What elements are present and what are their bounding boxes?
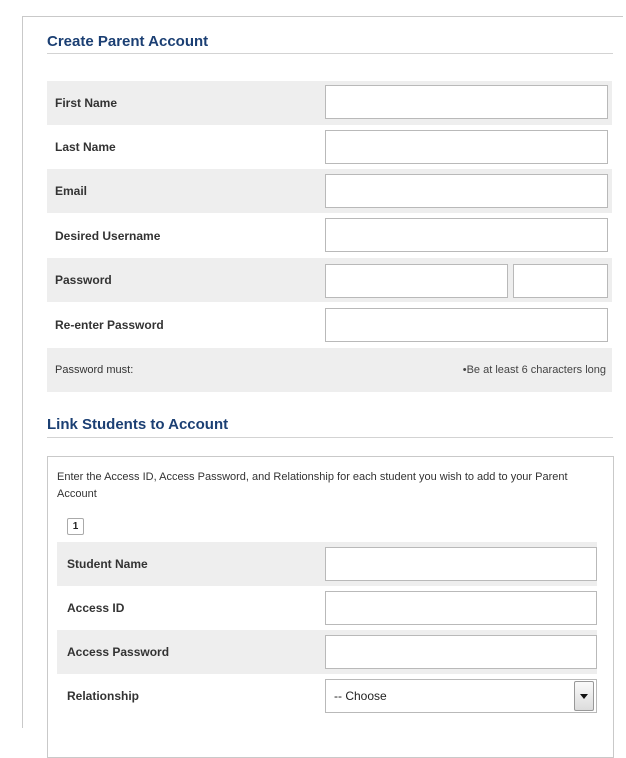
chevron-down-icon[interactable] xyxy=(574,681,594,711)
username-field[interactable] xyxy=(325,218,608,252)
relationship-select[interactable]: -- Choose xyxy=(325,679,597,713)
first-name-label: First Name xyxy=(55,96,118,110)
student-tab-1[interactable]: 1 xyxy=(67,518,84,535)
reenter-password-field[interactable] xyxy=(325,308,608,342)
last-name-label: Last Name xyxy=(55,140,116,154)
row-password-rules: Password must: •Be at least 6 characters… xyxy=(47,348,612,392)
section-divider xyxy=(47,53,613,54)
relationship-selected-value: -- Choose xyxy=(334,689,387,703)
access-id-field[interactable] xyxy=(325,591,597,625)
password-rules-label: Password must: xyxy=(55,364,134,376)
section-title-link-students: Link Students to Account xyxy=(47,416,229,433)
password-label: Password xyxy=(55,273,112,287)
access-password-label: Access Password xyxy=(67,645,170,659)
password-rule-text: •Be at least 6 characters long xyxy=(462,364,606,376)
link-students-description: Enter the Access ID, Access Password, an… xyxy=(57,471,568,500)
reenter-password-label: Re-enter Password xyxy=(55,318,164,332)
student-name-label: Student Name xyxy=(67,557,148,571)
section-divider xyxy=(47,437,613,438)
access-password-field[interactable] xyxy=(325,635,597,669)
access-id-label: Access ID xyxy=(67,601,125,615)
email-label: Email xyxy=(55,184,88,198)
form-panel: Create Parent Account First Name Last Na… xyxy=(22,16,623,758)
relationship-label: Relationship xyxy=(67,689,140,703)
section-title-create-parent-account: Create Parent Account xyxy=(47,33,209,50)
email-field[interactable] xyxy=(325,174,608,208)
username-label: Desired Username xyxy=(55,229,161,243)
first-name-field[interactable] xyxy=(325,85,608,119)
last-name-field[interactable] xyxy=(325,130,608,164)
student-name-field[interactable] xyxy=(325,547,597,581)
link-students-box: Enter the Access ID, Access Password, an… xyxy=(47,456,614,758)
password-strength-box xyxy=(513,264,608,298)
password-field[interactable] xyxy=(325,264,508,298)
